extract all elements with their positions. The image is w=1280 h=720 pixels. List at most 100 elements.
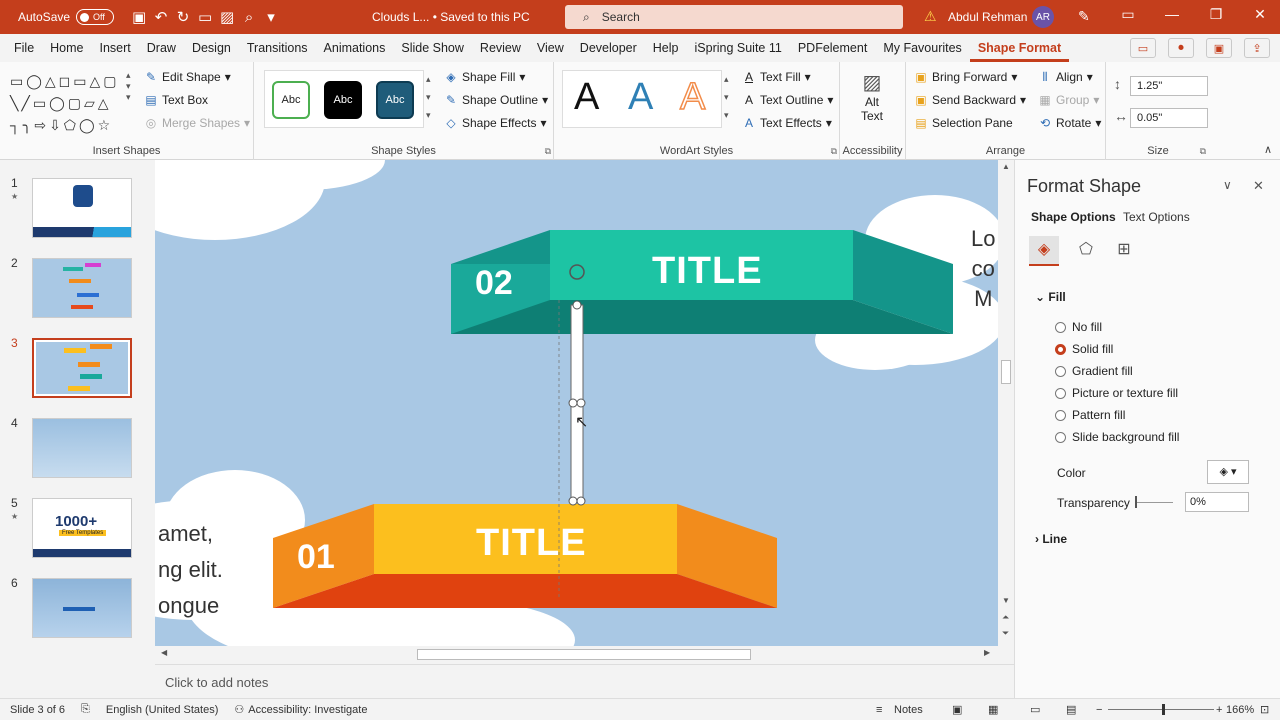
- right-body-text[interactable]: Lo co M: [971, 224, 995, 314]
- slide-thumb-4[interactable]: [32, 418, 132, 478]
- width-input[interactable]: 0.05": [1130, 108, 1208, 128]
- menu-tab-pdfelement[interactable]: PDFelement: [790, 34, 875, 62]
- radio-button-icon[interactable]: [1055, 365, 1066, 377]
- fill-section-header[interactable]: ⌄ Fill: [1035, 290, 1066, 304]
- horizontal-scroll-thumb[interactable]: [417, 649, 751, 660]
- text-effects-button[interactable]: A Text Effects ▾: [742, 116, 832, 130]
- redo-icon[interactable]: ↻: [172, 6, 194, 28]
- size-launcher-icon[interactable]: ⧉: [1200, 146, 1206, 157]
- notes-button[interactable]: Notes: [894, 704, 923, 716]
- fill-option-gradient-fill[interactable]: Gradient fill: [1055, 364, 1133, 378]
- user-name[interactable]: Abdul Rehman: [948, 10, 1027, 24]
- spelling-icon[interactable]: ⎘: [81, 703, 90, 716]
- avatar[interactable]: AR: [1032, 6, 1054, 28]
- left-body-text[interactable]: amet, ng elit. ongue: [158, 516, 223, 624]
- wordart-scroll-icon[interactable]: ▴ ▾ ▾: [724, 70, 729, 124]
- scroll-left-icon[interactable]: ◀: [161, 648, 167, 657]
- selection-pane-button[interactable]: ▤ Selection Pane: [914, 116, 1012, 130]
- fill-option-pattern-fill[interactable]: Pattern fill: [1055, 408, 1125, 422]
- search-box[interactable]: ⌕ Search: [565, 5, 903, 29]
- pane-options-icon[interactable]: ∨: [1223, 178, 1232, 192]
- vertical-scroll-thumb[interactable]: [1001, 360, 1011, 384]
- transparency-input[interactable]: 0%: [1185, 492, 1249, 512]
- size-properties-icon[interactable]: ⊞: [1109, 236, 1139, 266]
- style-swatch-blue[interactable]: Abc: [376, 81, 414, 119]
- align-button[interactable]: ⫴ Align ▾: [1038, 70, 1092, 84]
- radio-button-icon[interactable]: [1055, 387, 1066, 399]
- zoom-slider-thumb[interactable]: [1162, 704, 1165, 715]
- style-swatch-black[interactable]: Abc: [324, 81, 362, 119]
- record-icon[interactable]: ⏺: [1168, 38, 1194, 58]
- dialog-launcher-icon[interactable]: ⧉: [545, 146, 551, 157]
- share-icon[interactable]: ⇪: [1244, 38, 1270, 58]
- line-section-header[interactable]: › Line: [1035, 532, 1067, 546]
- accessibility-status[interactable]: Accessibility: Investigate: [248, 704, 367, 716]
- document-title[interactable]: Clouds L... • Saved to this PC: [372, 10, 530, 24]
- qat-more-icon[interactable]: ▾: [260, 6, 282, 28]
- menu-tab-home[interactable]: Home: [42, 34, 91, 62]
- slide-sorter-icon[interactable]: ▦: [988, 703, 998, 716]
- alt-text-button[interactable]: ▨ Alt Text: [854, 70, 890, 134]
- slide-thumb-3-selected[interactable]: [32, 338, 132, 398]
- collapse-ribbon-icon[interactable]: ∧: [1264, 143, 1272, 156]
- menu-tab-slide-show[interactable]: Slide Show: [393, 34, 472, 62]
- slide-canvas[interactable]: 02 TITLE 01 TITLE amet, ng elit. ongue L…: [155, 160, 998, 646]
- radio-button-icon[interactable]: [1055, 321, 1066, 333]
- slide-thumb-2[interactable]: [32, 258, 132, 318]
- bring-forward-button[interactable]: ▣ Bring Forward ▾: [914, 70, 1017, 84]
- undo-icon[interactable]: ↶: [150, 6, 172, 28]
- ribbon-display-icon[interactable]: ▭: [1106, 6, 1150, 23]
- slideshow-icon[interactable]: ▤: [1066, 703, 1076, 716]
- wordart-black[interactable]: A: [574, 76, 599, 119]
- transparency-slider[interactable]: [1135, 502, 1173, 503]
- pen-icon[interactable]: ✎: [1078, 8, 1090, 25]
- text-fill-button[interactable]: A Text Fill ▾: [742, 70, 811, 84]
- fill-option-picture-or-texture-fill[interactable]: Picture or texture fill: [1055, 386, 1178, 400]
- scroll-right-icon[interactable]: ▶: [984, 648, 990, 657]
- notes-area[interactable]: Click to add notes: [155, 664, 1014, 698]
- menu-tab-developer[interactable]: Developer: [572, 34, 645, 62]
- minimize-icon[interactable]: —: [1150, 6, 1194, 23]
- fill-option-slide-background-fill[interactable]: Slide background fill: [1055, 430, 1179, 444]
- fill-line-icon[interactable]: ◈: [1029, 236, 1059, 266]
- menu-tab-design[interactable]: Design: [184, 34, 239, 62]
- tab-shape-options[interactable]: Shape Options: [1031, 210, 1116, 224]
- wordart-blue[interactable]: A: [628, 76, 653, 119]
- shapes-gallery[interactable]: ▭◯△◻▭△▢ ╲╱▭◯▢▱△ ┐╮⇨⇩⬠◯☆: [10, 70, 130, 136]
- menu-tab-review[interactable]: Review: [472, 34, 529, 62]
- language[interactable]: English (United States): [106, 704, 219, 716]
- style-swatch-outline[interactable]: Abc: [272, 81, 310, 119]
- effects-icon[interactable]: ⬠: [1071, 236, 1101, 266]
- shape-effects-button[interactable]: ◇ Shape Effects ▾: [444, 116, 546, 130]
- picture-icon[interactable]: ▨: [216, 6, 238, 28]
- comments-icon[interactable]: ▭: [1130, 38, 1156, 58]
- slide-thumb-6[interactable]: [32, 578, 132, 638]
- scroll-up-icon[interactable]: ▲: [1002, 162, 1010, 171]
- menu-tab-help[interactable]: Help: [645, 34, 687, 62]
- shape-fill-button[interactable]: ◈ Shape Fill ▾: [444, 70, 525, 84]
- tab-text-options[interactable]: Text Options: [1123, 210, 1190, 224]
- slide-thumb-5[interactable]: 1000+ Free Templates: [32, 498, 132, 558]
- restore-icon[interactable]: ❐: [1194, 6, 1238, 23]
- normal-view-icon[interactable]: ▣: [952, 703, 962, 716]
- zoom-in-icon[interactable]: +: [1216, 704, 1222, 716]
- radio-button-icon[interactable]: [1055, 409, 1066, 421]
- reading-view-icon[interactable]: ▭: [1030, 703, 1040, 716]
- scroll-down-icon[interactable]: ▼: [1002, 596, 1010, 605]
- horizontal-scrollbar[interactable]: ◀ ▶: [155, 646, 998, 662]
- transparency-slider-thumb[interactable]: [1135, 496, 1137, 508]
- pane-close-icon[interactable]: ✕: [1253, 178, 1264, 194]
- zoom-out-icon[interactable]: −: [1096, 704, 1102, 716]
- menu-tab-file[interactable]: File: [6, 34, 42, 62]
- menu-tab-view[interactable]: View: [529, 34, 572, 62]
- zoom-slider[interactable]: [1108, 709, 1214, 710]
- color-picker-button[interactable]: ◈ ▾: [1207, 460, 1249, 484]
- group-button[interactable]: ▦ Group ▾: [1038, 93, 1099, 107]
- menu-tab-insert[interactable]: Insert: [92, 34, 139, 62]
- gallery-scroll-icon[interactable]: ▴ ▾ ▾: [126, 70, 131, 103]
- fit-slide-icon[interactable]: ⊡: [1260, 703, 1269, 716]
- banner-01-title[interactable]: TITLE: [476, 522, 587, 565]
- menu-tab-animations[interactable]: Animations: [316, 34, 394, 62]
- present-teams-icon[interactable]: ▣: [1206, 38, 1232, 58]
- wordart-launcher-icon[interactable]: ⧉: [831, 146, 837, 157]
